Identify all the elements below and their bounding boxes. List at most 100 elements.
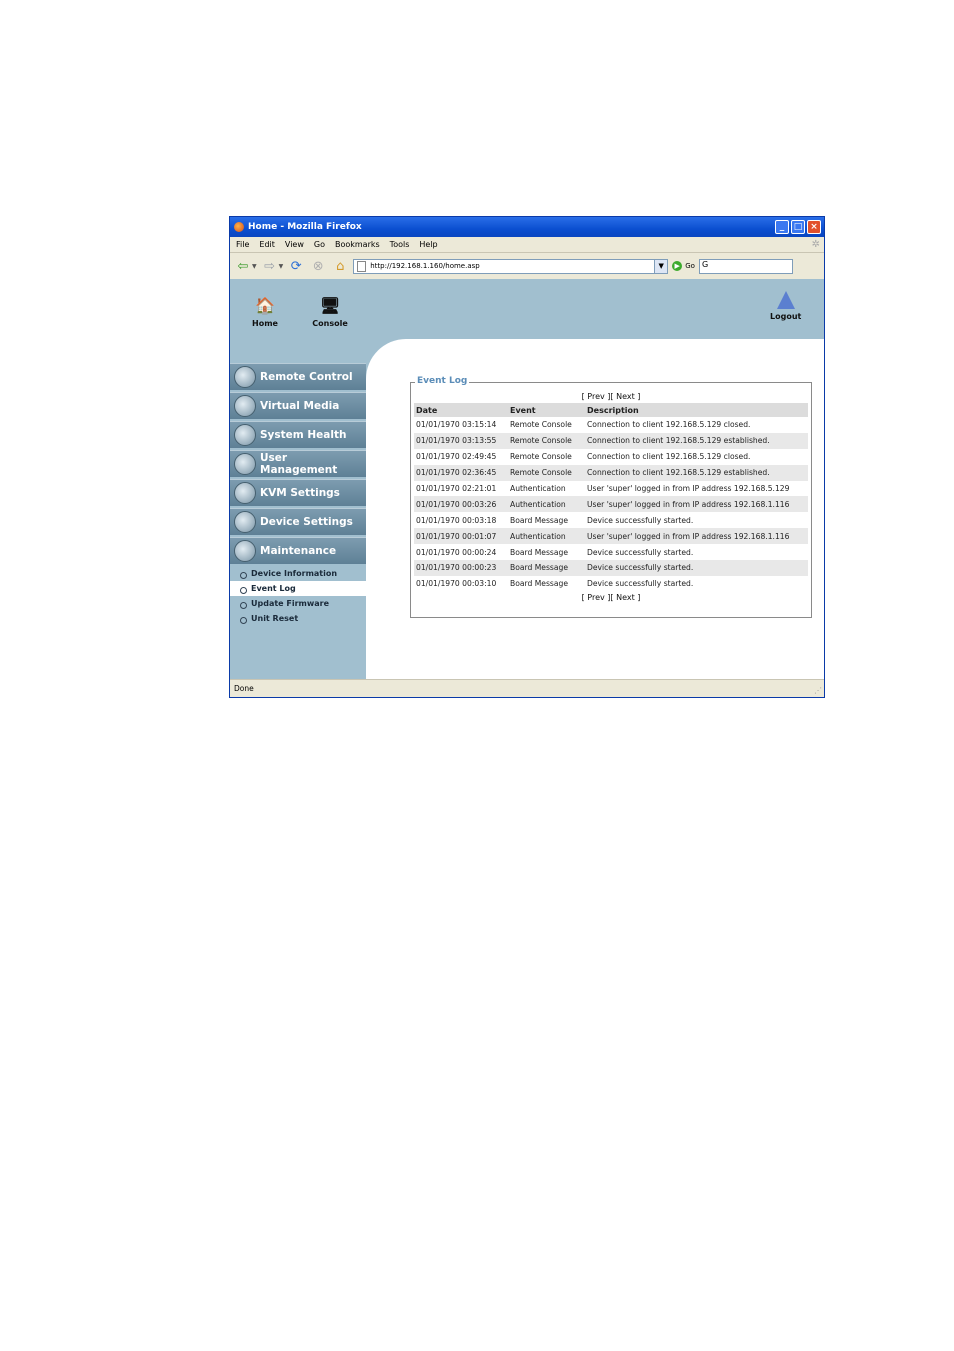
cell-event: Authentication (508, 528, 585, 545)
sidebar-user-management[interactable]: User Management (230, 450, 366, 477)
sidebar: Remote Control Virtual Media System Heal… (230, 363, 366, 626)
top-navigation: 🏠 Home 🖥 Console Logout (230, 279, 824, 339)
subnav-event-log[interactable]: Event Log (230, 581, 366, 596)
column-header-date: Date (414, 403, 508, 417)
remote-control-icon (234, 366, 256, 388)
resize-grip-icon[interactable]: ⋰ (814, 686, 822, 695)
table-row: 01/01/1970 00:01:07 Authentication User … (414, 528, 808, 545)
home-icon[interactable]: ⌂ (331, 257, 349, 275)
table-row: 01/01/1970 02:49:45 Remote Console Conne… (414, 449, 808, 465)
cell-date: 01/01/1970 02:49:45 (416, 452, 497, 462)
menu-go[interactable]: Go (314, 240, 325, 249)
nav-home[interactable]: 🏠 Home (248, 295, 282, 328)
table-row: 01/01/1970 00:03:10 Board Message Device… (414, 576, 808, 592)
sidebar-kvm-settings[interactable]: KVM Settings (230, 479, 366, 506)
go-button[interactable]: ▶ Go (672, 261, 695, 271)
status-text: Done (234, 684, 254, 693)
sidebar-virtual-media[interactable]: Virtual Media (230, 392, 366, 419)
menu-bar: File Edit View Go Bookmarks Tools Help ✲ (230, 237, 824, 253)
sidebar-label: Remote Control (260, 371, 353, 383)
logout-label: Logout (770, 312, 802, 321)
table-row: 01/01/1970 00:03:18 Board Message Device… (414, 512, 808, 528)
reload-icon[interactable]: ⟳ (287, 257, 305, 275)
cell-date: 01/01/1970 00:00:24 (416, 547, 497, 557)
table-row: 01/01/1970 02:21:01 Authentication User … (414, 481, 808, 497)
menu-help[interactable]: Help (419, 240, 437, 249)
bullet-icon (240, 587, 247, 594)
cell-event: Board Message (508, 560, 585, 576)
go-arrow-icon: ▶ (672, 261, 683, 271)
bullet-icon (240, 617, 247, 624)
nav-console-label: Console (312, 319, 348, 328)
pager-bracket: ] (637, 392, 641, 401)
logout-triangle-icon (776, 291, 795, 309)
cell-description: User 'super' logged in from IP address 1… (585, 528, 808, 545)
cell-event: Remote Console (508, 464, 585, 481)
bullet-icon (240, 602, 247, 609)
menu-tools[interactable]: Tools (390, 240, 410, 249)
next-link[interactable]: Next (616, 392, 635, 401)
menu-bookmarks[interactable]: Bookmarks (335, 240, 380, 249)
menu-view[interactable]: View (285, 240, 304, 249)
navigation-toolbar: ⇦ ▼ ⇨ ▼ ⟳ ⊗ ⌂ http://192.168.1.160/home.… (230, 253, 824, 280)
gears-icon (234, 511, 256, 533)
sidebar-device-settings[interactable]: Device Settings (230, 508, 366, 535)
menu-file[interactable]: File (236, 240, 249, 249)
go-label: Go (685, 262, 695, 270)
cell-event: Board Message (510, 515, 569, 525)
subnav-update-firmware[interactable]: Update Firmware (230, 596, 366, 611)
table-row: 01/01/1970 00:00:24 Board Message Device… (414, 544, 808, 560)
cell-event: Remote Console (510, 452, 572, 462)
close-button[interactable]: × (807, 220, 821, 234)
forward-arrow-icon[interactable]: ⇨ (261, 257, 279, 275)
pager-bracket: [ (581, 392, 585, 401)
sidebar-remote-control[interactable]: Remote Control (230, 363, 366, 390)
url-dropdown-icon[interactable]: ▼ (654, 259, 668, 273)
column-header-description: Description (585, 403, 808, 417)
cell-event: Remote Console (508, 432, 585, 449)
table-row: 01/01/1970 03:15:14 Remote Console Conne… (414, 417, 808, 433)
cell-event: Remote Console (510, 420, 572, 430)
sidebar-label: User Management (260, 452, 338, 476)
subnav-label: Device Information (251, 569, 338, 578)
search-input[interactable]: G (698, 258, 793, 274)
prev-link[interactable]: Prev (587, 593, 604, 602)
cell-date: 01/01/1970 00:03:26 (414, 496, 508, 513)
firefox-logo-icon (234, 222, 244, 232)
table-row: 01/01/1970 00:00:23 Board Message Device… (414, 560, 808, 576)
status-bar: Done ⋰ (230, 679, 824, 697)
tools-icon (234, 540, 256, 562)
page-icon (357, 260, 367, 272)
window-title: Home - Mozilla Firefox (248, 222, 362, 232)
cell-event: Board Message (510, 547, 569, 557)
table-header-row: Date Event Description (414, 403, 808, 417)
sidebar-system-health[interactable]: System Health (230, 421, 366, 448)
url-bar[interactable]: http://192.168.1.160/home.asp ▼ (353, 258, 669, 274)
next-link[interactable]: Next (616, 593, 635, 602)
nav-console[interactable]: 🖥 Console (308, 295, 352, 328)
minimize-button[interactable]: _ (775, 220, 789, 234)
logout-button[interactable]: Logout (770, 291, 801, 321)
cell-date: 01/01/1970 00:03:10 (416, 579, 497, 589)
cell-date: 01/01/1970 00:03:18 (416, 515, 497, 525)
cell-description: Device successfully started. (587, 579, 694, 589)
subnav-label: Update Firmware (251, 599, 330, 608)
pager-bracket: ][ (607, 592, 614, 602)
back-dropdown-icon[interactable]: ▼ (252, 263, 257, 270)
forward-dropdown-icon[interactable]: ▼ (279, 263, 284, 270)
back-arrow-icon[interactable]: ⇦ (234, 257, 252, 275)
stop-icon[interactable]: ⊗ (309, 257, 327, 275)
cell-event: Authentication (508, 496, 585, 513)
disc-icon (234, 395, 256, 417)
prev-link[interactable]: Prev (587, 392, 604, 401)
subnav-device-information[interactable]: Device Information (230, 566, 366, 581)
sidebar-maintenance[interactable]: Maintenance (230, 537, 366, 564)
subnav-unit-reset[interactable]: Unit Reset (230, 611, 366, 626)
maximize-button[interactable]: □ (791, 220, 805, 234)
pager-bracket: [ (581, 592, 585, 602)
throbber-icon: ✲ (811, 239, 820, 250)
cell-date: 01/01/1970 00:00:23 (414, 560, 508, 576)
menu-edit[interactable]: Edit (259, 240, 275, 249)
sidebar-label: System Health (260, 429, 347, 441)
cell-date: 01/01/1970 02:21:01 (416, 484, 497, 493)
